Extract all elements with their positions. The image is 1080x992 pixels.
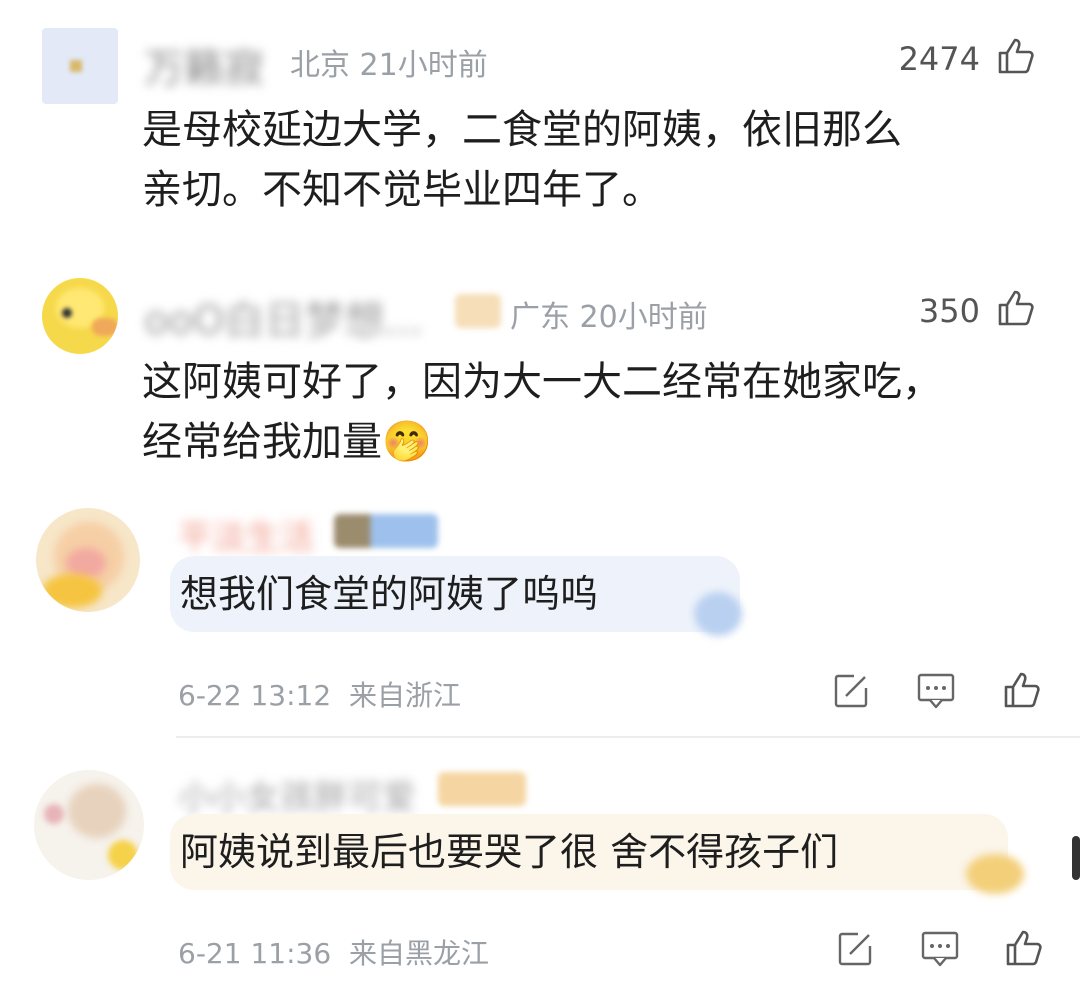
like-icon[interactable] [996, 288, 1036, 328]
reply-meta: 6-21 11:36 来自黑龙江 [178, 932, 489, 972]
location-text: 北京 [290, 48, 350, 83]
comment-line-text: 经常给我加量 [142, 419, 382, 465]
scroll-indicator[interactable] [1072, 836, 1080, 880]
username[interactable]: 平淡生活 [178, 510, 314, 559]
share-icon[interactable] [836, 930, 874, 968]
reply-bubble: 想我们食堂的阿姨了呜呜 [170, 556, 740, 632]
comment-location: 广东 20小时前 [510, 292, 708, 336]
location-text: 广东 [510, 300, 570, 335]
facepalm-emoji-icon: 🤭 [382, 419, 432, 465]
like-icon[interactable] [1002, 670, 1042, 710]
like-icon[interactable] [1004, 928, 1044, 968]
comment-line: 这阿姨可好了，因为大一大二经常在她家吃， [142, 359, 942, 405]
avatar[interactable] [42, 278, 118, 354]
avatar[interactable] [42, 28, 118, 104]
time-text: 20小时前 [579, 300, 708, 335]
sticker-icon [966, 854, 1024, 894]
avatar[interactable] [36, 508, 140, 612]
username[interactable]: ooO白日梦想... [144, 288, 423, 346]
username[interactable]: 小小女孩胖可爱 [178, 770, 416, 819]
badge-icon [455, 294, 501, 328]
badge-icon [438, 772, 526, 806]
time-text: 21小时前 [359, 48, 488, 83]
like-count: 350 [918, 292, 980, 330]
comment-icon[interactable] [916, 672, 956, 710]
reply-source: 来自黑龙江 [348, 937, 489, 970]
comment-line: 经常给我加量🤭 [142, 412, 1052, 472]
comment-icon[interactable] [920, 930, 960, 968]
like-icon[interactable] [996, 36, 1036, 76]
avatar[interactable] [34, 770, 144, 880]
reply-text: 想我们食堂的阿姨了呜呜 [180, 572, 599, 616]
share-icon[interactable] [832, 672, 870, 710]
sticker-icon [694, 592, 742, 636]
comment-line: 是母校延边大学，二食堂的阿姨，依旧那么 [142, 107, 902, 153]
reply-meta: 6-22 13:12 来自浙江 [178, 674, 461, 714]
badge-icon [334, 514, 438, 548]
comment-text: 这阿姨可好了，因为大一大二经常在她家吃， 经常给我加量🤭 [142, 352, 1052, 472]
reply-date: 6-22 13:12 [178, 679, 332, 712]
reply-source: 来自浙江 [348, 679, 461, 712]
reply-bubble: 阿姨说到最后也要哭了很 舍不得孩子们 [170, 814, 1008, 890]
comment-line: 亲切。不知不觉毕业四年了。 [142, 167, 662, 213]
username[interactable]: 万籁寂 [144, 36, 264, 94]
reply-text: 阿姨说到最后也要哭了很 舍不得孩子们 [180, 830, 839, 874]
divider [176, 736, 1080, 738]
reply-date: 6-21 11:36 [178, 937, 332, 970]
like-count: 2474 [898, 40, 980, 78]
comment-location: 北京 21小时前 [290, 40, 488, 84]
comment-text: 是母校延边大学，二食堂的阿姨，依旧那么 亲切。不知不觉毕业四年了。 [142, 100, 1042, 220]
